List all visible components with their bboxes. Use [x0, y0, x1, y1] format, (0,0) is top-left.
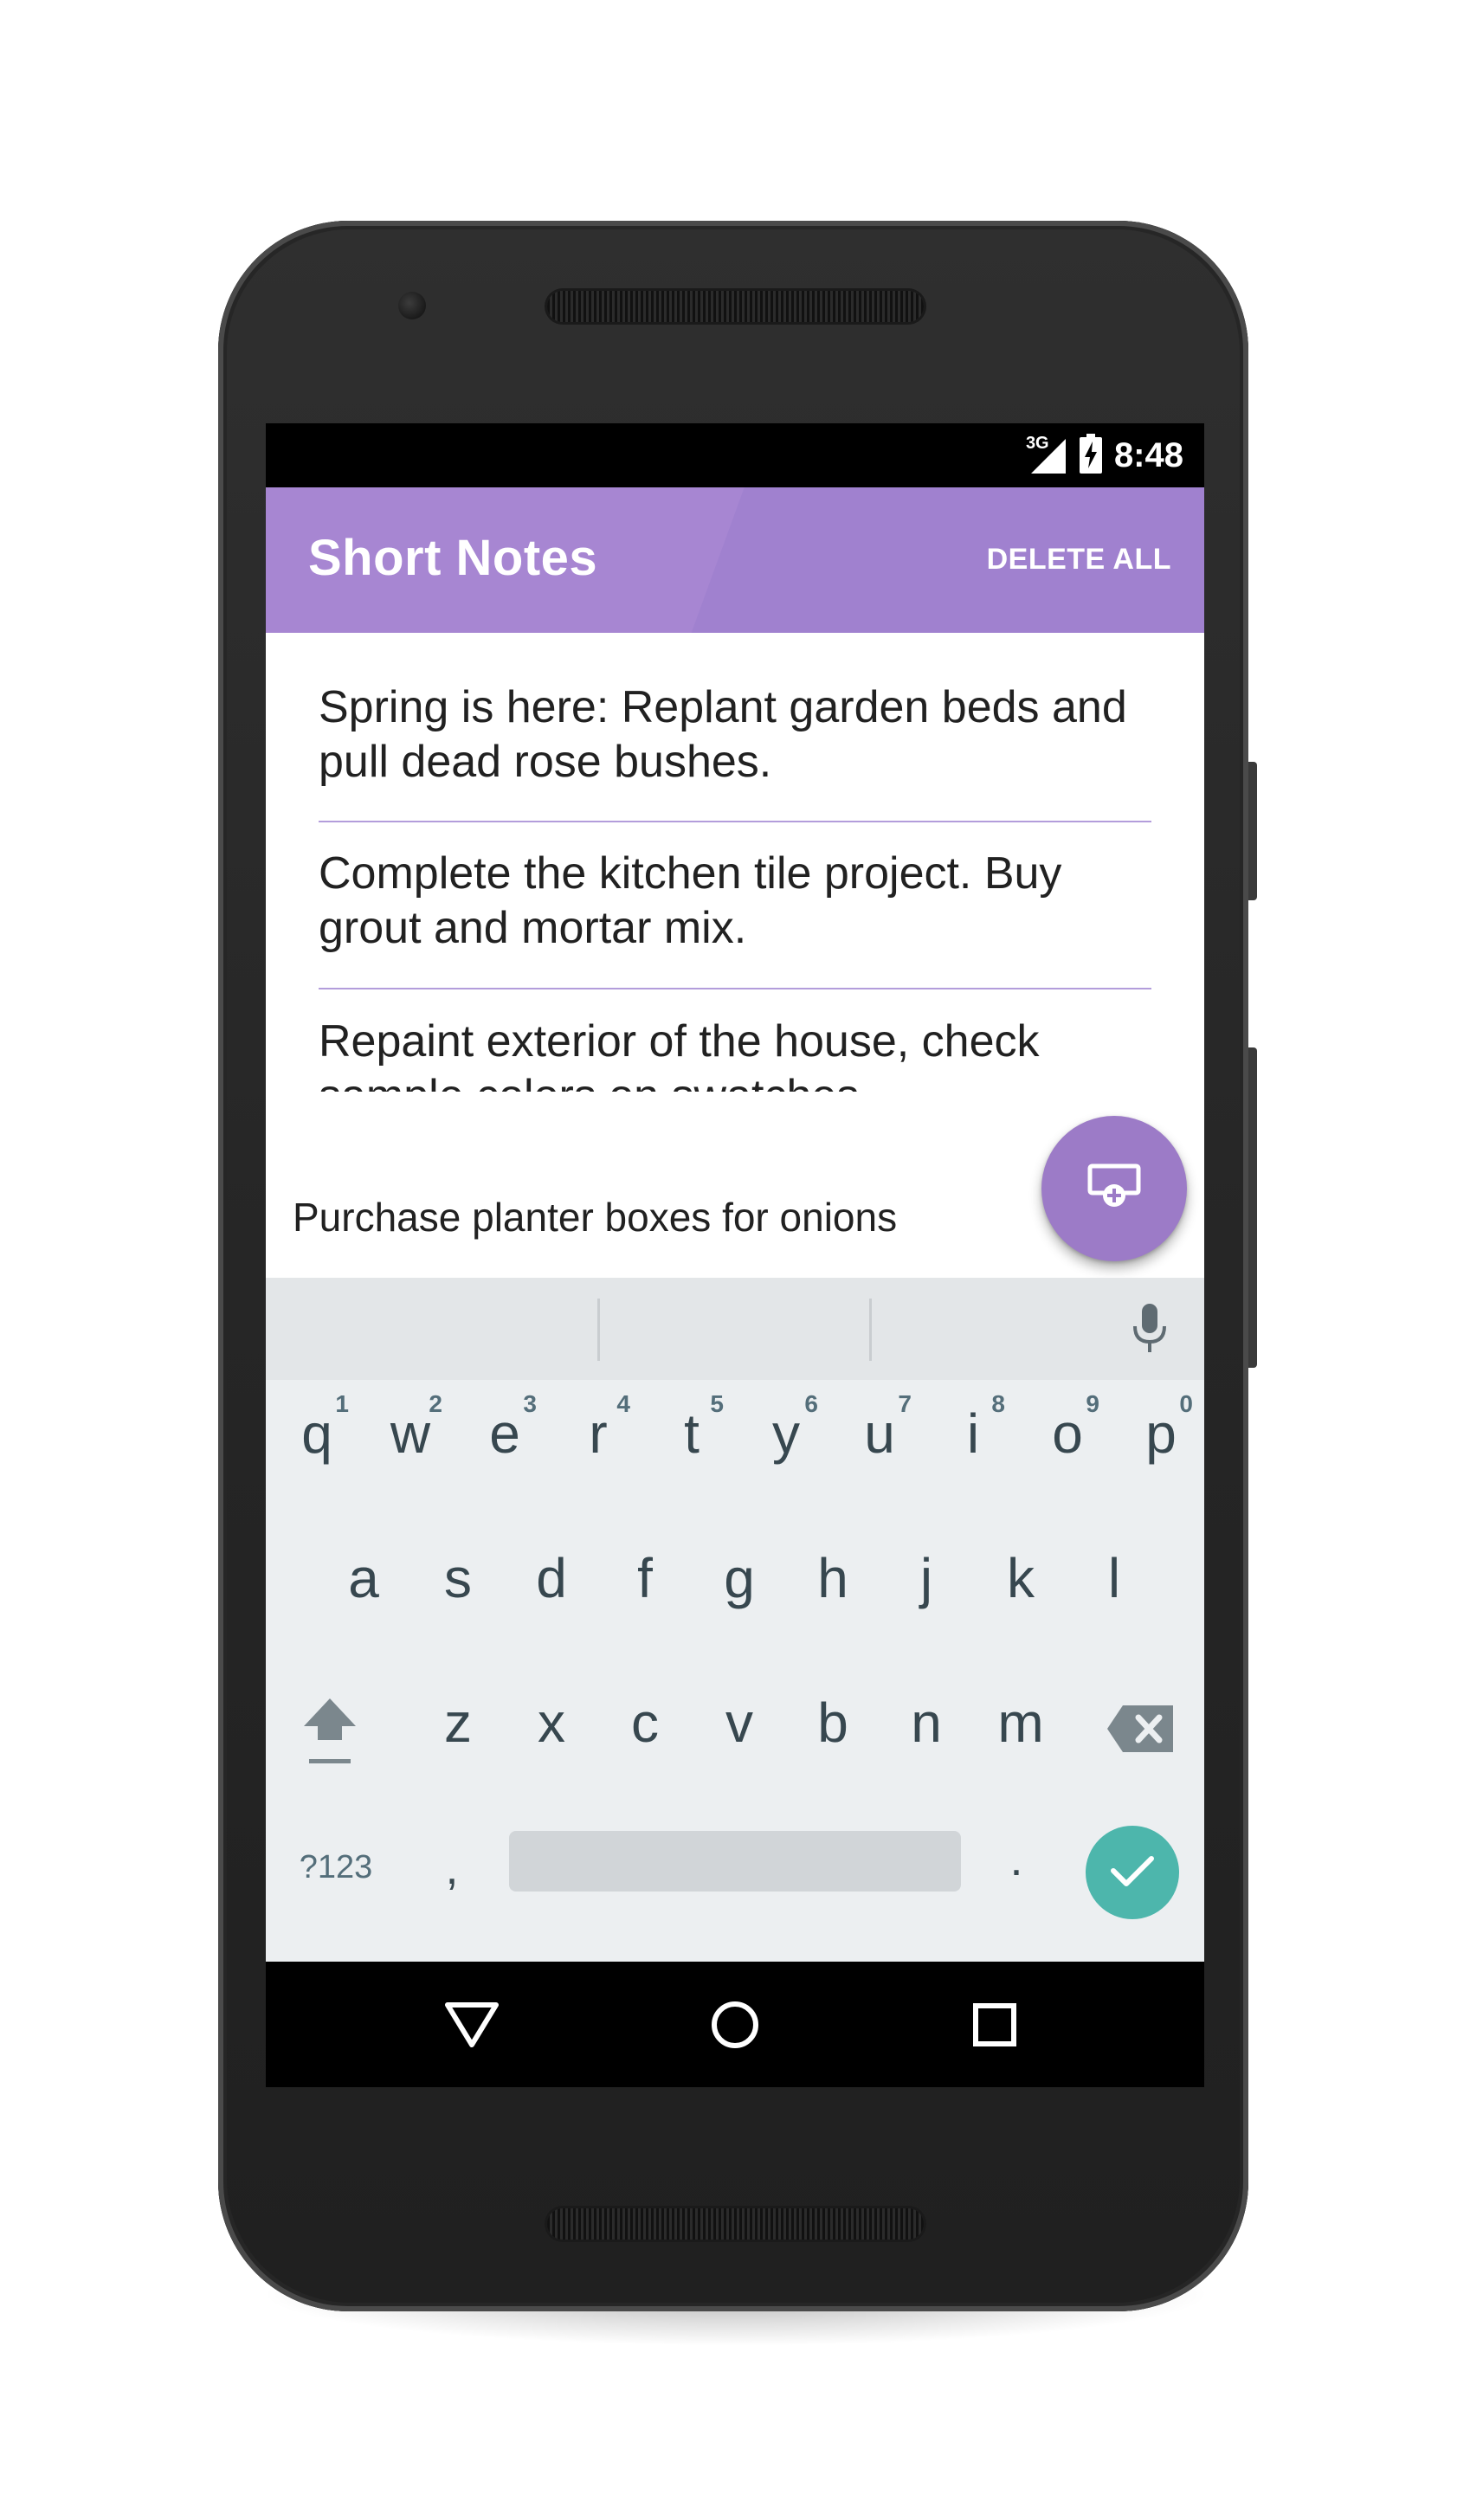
key-g[interactable]: g — [709, 1550, 770, 1628]
back-triangle-icon[interactable] — [444, 2000, 500, 2052]
shift-key[interactable] — [297, 1692, 363, 1769]
key-d[interactable]: d — [521, 1550, 582, 1628]
key-hint: 4 — [616, 1390, 630, 1417]
key-m[interactable]: m — [990, 1695, 1051, 1773]
key-k[interactable]: k — [990, 1550, 1051, 1628]
new-note-input[interactable]: Purchase planter boxes for onions — [293, 1194, 897, 1241]
key-n[interactable]: n — [896, 1695, 957, 1773]
key-s[interactable]: s — [428, 1550, 488, 1628]
backspace-icon — [1106, 1705, 1178, 1763]
key-x[interactable]: x — [521, 1695, 582, 1773]
delete-all-button[interactable]: DELETE ALL — [987, 543, 1171, 577]
key-char: g — [724, 1547, 755, 1609]
key-o[interactable]: o 9 — [1037, 1390, 1099, 1484]
key-hint: 0 — [1179, 1390, 1193, 1417]
signal-icon: 3G — [1026, 434, 1067, 475]
key-p[interactable]: p 0 — [1131, 1390, 1193, 1484]
comma-char: , — [445, 1842, 459, 1894]
checkmark-icon — [1108, 1852, 1157, 1893]
add-note-icon — [1087, 1163, 1141, 1215]
key-j[interactable]: j — [896, 1550, 957, 1628]
period-key[interactable]: . — [995, 1832, 1038, 1892]
key-char: c — [631, 1692, 659, 1754]
symbols-label: ?123 — [299, 1849, 373, 1885]
phone-screen: 3G 8:48 Short Notes DELETE ALL Spring is… — [266, 423, 1204, 2087]
key-char: j — [919, 1547, 933, 1609]
microphone-icon[interactable] — [1132, 1302, 1168, 1359]
key-hint: 8 — [991, 1390, 1005, 1417]
note-divider — [319, 988, 1151, 989]
battery-icon — [1079, 434, 1102, 477]
note-item[interactable]: Complete the kitchen tile project. Buy g… — [319, 847, 1150, 956]
key-y[interactable]: y 6 — [756, 1390, 818, 1484]
navigation-bar — [266, 1962, 1204, 2087]
app-title: Short Notes — [308, 530, 598, 586]
comma-key[interactable]: , — [430, 1840, 474, 1901]
key-f[interactable]: f — [615, 1550, 675, 1628]
suggestion-divider — [869, 1299, 872, 1361]
bottom-speaker — [547, 2208, 924, 2240]
app-bar: Short Notes DELETE ALL — [266, 487, 1204, 633]
key-e[interactable]: e 3 — [474, 1390, 537, 1484]
note-divider — [319, 821, 1151, 822]
key-char: x — [538, 1692, 565, 1754]
status-icons: 3G 8:48 — [1026, 423, 1183, 487]
symbols-key[interactable]: ?123 — [288, 1849, 384, 1892]
key-a[interactable]: a — [333, 1550, 394, 1628]
key-i[interactable]: i 8 — [943, 1390, 1005, 1484]
key-char: z — [444, 1692, 472, 1754]
key-char: b — [817, 1692, 848, 1754]
stage: 3G 8:48 Short Notes DELETE ALL Spring is… — [0, 0, 1470, 2520]
recents-square-icon[interactable] — [972, 2002, 1017, 2051]
suggestion-strip — [266, 1278, 1204, 1380]
key-b[interactable]: b — [803, 1695, 863, 1773]
key-r[interactable]: r 4 — [568, 1390, 630, 1484]
key-l[interactable]: l — [1084, 1550, 1144, 1628]
key-t[interactable]: t 5 — [661, 1390, 724, 1484]
key-z[interactable]: z — [428, 1695, 488, 1773]
key-v[interactable]: v — [709, 1695, 770, 1773]
backspace-key[interactable] — [1106, 1698, 1178, 1759]
key-hint: 3 — [523, 1390, 537, 1417]
key-hint: 1 — [335, 1390, 349, 1417]
top-speaker — [547, 291, 924, 322]
key-char: l — [1107, 1547, 1121, 1609]
shift-icon — [297, 1698, 363, 1773]
key-w[interactable]: w 2 — [380, 1390, 442, 1484]
key-q[interactable]: q 1 — [287, 1390, 349, 1484]
notes-list[interactable]: Spring is here: Replant garden beds and … — [266, 633, 1204, 1092]
add-note-button[interactable] — [1041, 1116, 1187, 1261]
key-char: f — [637, 1547, 653, 1609]
key-char: m — [997, 1692, 1044, 1754]
key-char: v — [725, 1692, 753, 1754]
key-char: d — [536, 1547, 567, 1609]
suggestion-divider — [597, 1299, 600, 1361]
period-char: . — [1009, 1834, 1023, 1885]
front-camera — [398, 292, 426, 319]
space-bar[interactable] — [509, 1831, 961, 1892]
clock-time: 8:48 — [1113, 435, 1183, 474]
soft-keyboard: q 1 w 2 e 3 r 4 t 5 y 6 u 7 i 8 o 9 p 0 … — [266, 1278, 1204, 1962]
key-char: a — [348, 1547, 379, 1609]
key-char: s — [444, 1547, 472, 1609]
key-hint: 7 — [898, 1390, 912, 1417]
status-bar: 3G 8:48 — [266, 423, 1204, 487]
key-hint: 6 — [804, 1390, 818, 1417]
key-char: n — [911, 1692, 942, 1754]
note-item[interactable]: Repaint exterior of the house, check sam… — [319, 1015, 1150, 1092]
home-circle-icon[interactable] — [709, 1999, 761, 2054]
enter-key[interactable] — [1086, 1826, 1179, 1919]
key-u[interactable]: u 7 — [849, 1390, 912, 1484]
note-item[interactable]: Spring is here: Replant garden beds and … — [319, 680, 1150, 790]
key-hint: 2 — [429, 1390, 442, 1417]
key-hint: 9 — [1086, 1390, 1099, 1417]
key-char: h — [817, 1547, 848, 1609]
key-h[interactable]: h — [803, 1550, 863, 1628]
key-char: k — [1007, 1547, 1035, 1609]
key-c[interactable]: c — [615, 1695, 675, 1773]
key-hint: 5 — [710, 1390, 724, 1417]
